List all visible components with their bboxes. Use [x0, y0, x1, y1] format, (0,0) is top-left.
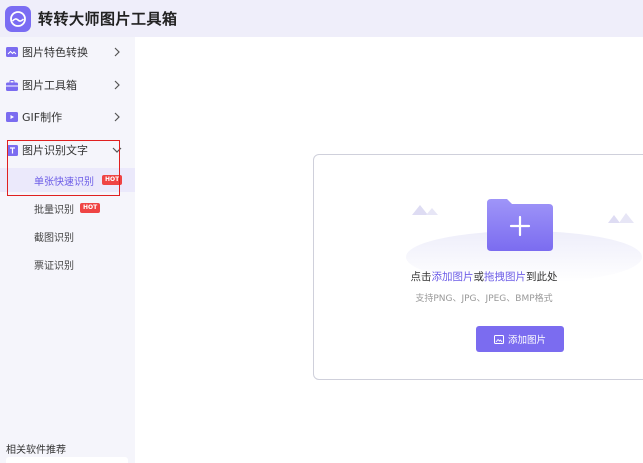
- sub-item-single-quick-recognition[interactable]: 单张快速识别 HOT: [0, 168, 135, 192]
- sidebar-item-label: GIF制作: [22, 111, 63, 124]
- sub-item-label: 截图识别: [34, 232, 74, 244]
- sub-item-label: 单张快速识别: [34, 176, 94, 188]
- app-logo-icon: [5, 5, 31, 32]
- sidebar-item-text-recognition[interactable]: 图片识别文字: [0, 138, 135, 162]
- title-bar: 转转大师图片工具箱: [0, 0, 643, 37]
- sidebar-item-gif[interactable]: GIF制作: [0, 105, 135, 129]
- add-image-link[interactable]: 添加图片: [432, 271, 474, 283]
- toolbox-icon: [6, 79, 18, 91]
- hot-badge: HOT: [80, 203, 101, 213]
- image-icon: [493, 334, 504, 344]
- sidebar-item-label: 图片识别文字: [22, 144, 88, 157]
- app-title: 转转大师图片工具箱: [38, 10, 178, 28]
- sidebar-item-label: 图片工具箱: [22, 79, 77, 92]
- sidebar-item-image-convert[interactable]: 图片特色转换: [0, 40, 135, 64]
- add-image-button-label: 添加图片: [507, 335, 546, 346]
- add-image-button[interactable]: 添加图片: [476, 326, 564, 352]
- chevron-right-icon: [112, 46, 122, 58]
- sub-item-label: 批量识别: [34, 204, 74, 216]
- hint-text: 点击: [410, 271, 432, 283]
- upload-drop-zone[interactable]: 点击添加图片或拖拽图片到此处 支持PNG、JPG、JPEG、BMP格式 添加图片: [313, 154, 643, 380]
- main-area: 点击添加图片或拖拽图片到此处 支持PNG、JPG、JPEG、BMP格式 添加图片: [135, 37, 643, 463]
- text-recognize-icon: [6, 144, 18, 156]
- hint-text: 或: [473, 271, 485, 283]
- upload-hint: 点击添加图片或拖拽图片到此处: [314, 269, 643, 284]
- sub-item-batch-recognition[interactable]: 批量识别 HOT: [0, 196, 135, 220]
- sub-item-ticket-recognition[interactable]: 票证识别: [0, 252, 135, 276]
- drag-image-link[interactable]: 拖拽图片: [484, 271, 526, 283]
- recommend-card[interactable]: [6, 457, 128, 463]
- supported-formats: 支持PNG、JPG、JPEG、BMP格式: [415, 294, 553, 304]
- recommend-label: 相关软件推荐: [6, 445, 66, 456]
- hot-badge: HOT: [102, 175, 123, 185]
- chevron-right-icon: [112, 111, 122, 123]
- chevron-right-icon: [112, 79, 122, 91]
- hint-text: 到此处: [526, 271, 558, 283]
- sub-item-label: 票证识别: [34, 260, 74, 272]
- sidebar-item-label: 图片特色转换: [22, 46, 88, 59]
- image-convert-icon: [6, 46, 18, 58]
- sidebar: [0, 37, 135, 463]
- sub-item-screenshot-recognition[interactable]: 截图识别: [0, 224, 135, 248]
- sidebar-item-toolbox[interactable]: 图片工具箱: [0, 73, 135, 97]
- gif-icon: [6, 111, 18, 123]
- chevron-down-icon: [112, 144, 122, 156]
